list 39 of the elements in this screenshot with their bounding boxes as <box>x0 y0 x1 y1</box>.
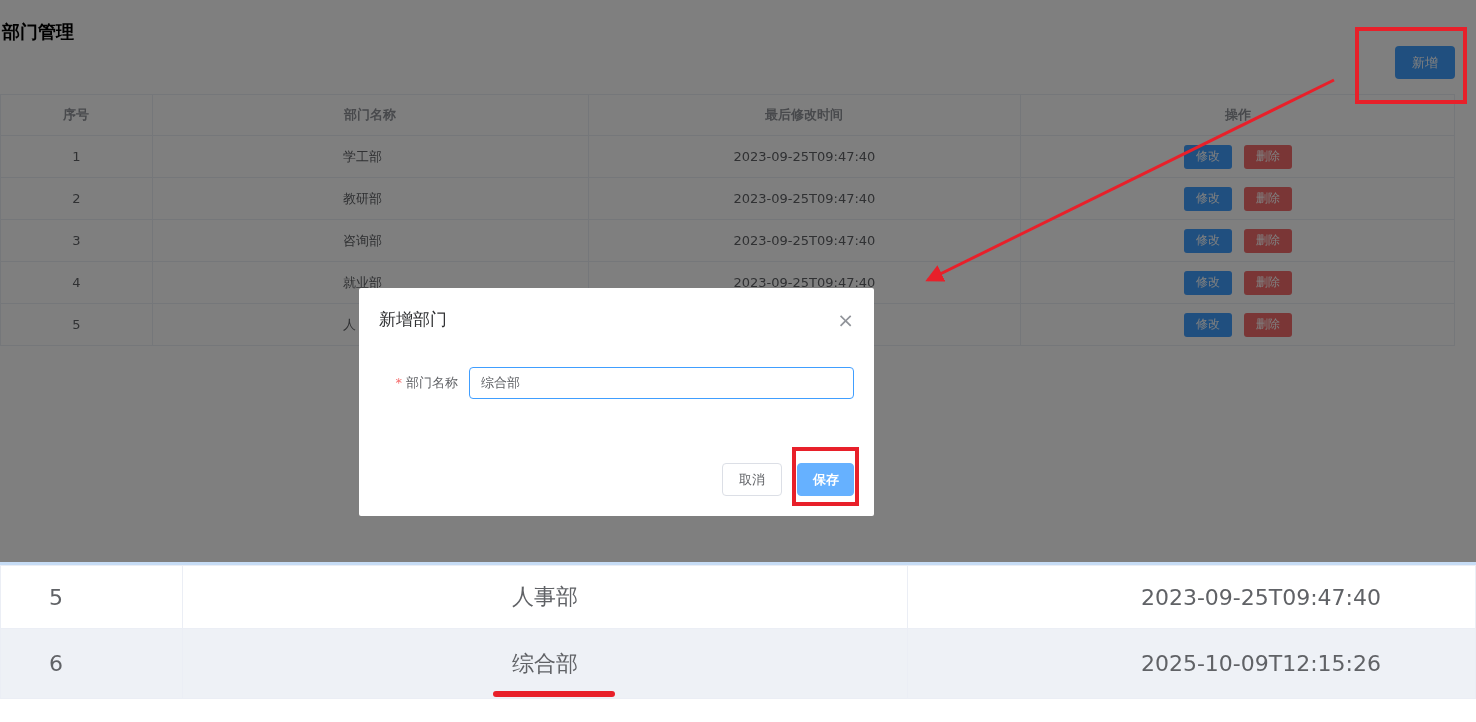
page-title: 部门管理 <box>2 20 74 44</box>
table-cell: 2023-09-25T09:47:40 <box>733 275 876 290</box>
delete-button[interactable]: 删除 <box>1243 312 1292 337</box>
table-cell: 教研部 <box>342 190 382 206</box>
delete-button[interactable]: 删除 <box>1243 270 1292 295</box>
dialog-title: 新增部门 <box>379 308 447 331</box>
save-button[interactable]: 保存 <box>797 463 854 496</box>
table-cell: 6 <box>49 651 63 676</box>
table-cell: 2025-10-09T12:15:26 <box>1140 651 1381 676</box>
edit-button[interactable]: 修改 <box>1183 186 1232 211</box>
table-cell: 5 <box>49 584 63 610</box>
table-cell: 咨询部 <box>342 232 382 248</box>
edit-button[interactable]: 修改 <box>1183 270 1232 295</box>
table-cell: 综合部 <box>512 650 579 676</box>
table-cell: 2 <box>72 191 81 206</box>
table-cell: 4 <box>72 275 81 290</box>
table-cell: 2023-09-25T09:47:40 <box>1140 584 1381 610</box>
cancel-button[interactable]: 取消 <box>722 463 782 496</box>
delete-button[interactable]: 删除 <box>1243 186 1292 211</box>
edit-button[interactable]: 修改 <box>1183 228 1232 253</box>
field-label: * 部门名称 <box>394 374 459 392</box>
delete-button[interactable]: 删除 <box>1243 228 1292 253</box>
input-field[interactable]: 综合部 <box>469 367 854 399</box>
table-cell: 3 <box>72 233 81 248</box>
edit-button[interactable]: 修改 <box>1183 144 1232 169</box>
table-cell: 学工部 <box>342 148 382 164</box>
table-cell: 1 <box>72 149 81 164</box>
table-cell: 2023-09-25T09:47:40 <box>733 233 876 248</box>
edit-button[interactable]: 修改 <box>1183 312 1232 337</box>
table-cell: 2023-09-25T09:47:40 <box>733 191 876 206</box>
table-cell: 2023-09-25T09:47:40 <box>733 149 876 164</box>
table-cell: 人事部 <box>512 584 579 609</box>
table-cell: 5 <box>72 317 81 332</box>
table-cell: 人 <box>342 316 356 332</box>
add-button[interactable]: 新增 <box>1395 46 1455 79</box>
table-cell: 就业部 <box>342 274 382 290</box>
annotation-box <box>792 447 859 506</box>
delete-button[interactable]: 删除 <box>1243 144 1292 169</box>
close-button[interactable]: × <box>837 309 854 330</box>
